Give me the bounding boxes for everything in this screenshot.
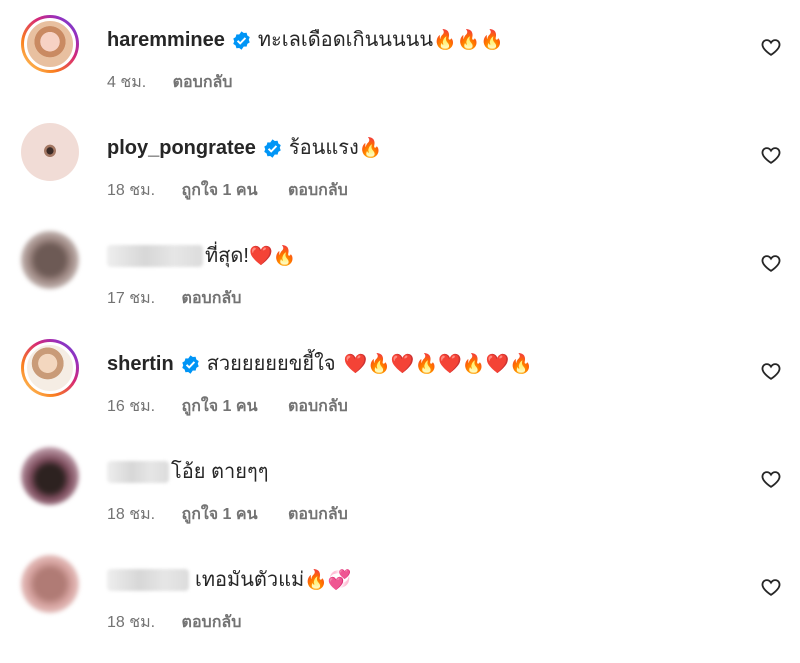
- comment-body: ที่สุด! ❤️🔥: [107, 243, 296, 269]
- username-link[interactable]: [107, 461, 169, 483]
- username-link[interactable]: haremminee: [107, 27, 225, 53]
- comment-time[interactable]: 18 ชม.: [107, 182, 155, 199]
- comment-emojis: ❤️🔥: [248, 245, 297, 267]
- reply-button[interactable]: ตอบกลับ: [173, 74, 233, 91]
- reply-button[interactable]: ตอบกลับ: [288, 182, 348, 199]
- comment-text: ทะเลเดือดเกินนนนน: [257, 29, 433, 51]
- comment-item: โอ้ย ตายๆๆ 18 ชม. ถูกใจ 1 คน ตอบกลับ: [0, 432, 800, 540]
- comment-meta: 18 ชม. ตอบกลับ: [107, 610, 267, 635]
- comment-text: ร้อนแรง: [288, 137, 359, 159]
- avatar-image: [21, 123, 79, 181]
- verified-badge-icon: [181, 354, 199, 374]
- comment-item: shertin สวยยยยยขยี้ใจ ❤️🔥❤️🔥❤️🔥❤️🔥 16 ชม…: [0, 324, 800, 432]
- reply-button[interactable]: ตอบกลับ: [182, 290, 242, 307]
- comment-emojis: 🔥💞: [304, 569, 352, 591]
- comment-body: ploy_pongratee ร้อนแรง 🔥: [107, 135, 382, 161]
- heart-outline-icon[interactable]: [760, 36, 782, 58]
- comment-meta: 18 ชม. ถูกใจ 1 คน ตอบกลับ: [107, 178, 374, 203]
- avatar[interactable]: [21, 231, 79, 289]
- avatar-image: [21, 555, 79, 613]
- comment-text: เทอมันตัวแม่: [195, 569, 305, 591]
- username-link[interactable]: [107, 245, 203, 267]
- comment-time[interactable]: 17 ชม.: [107, 290, 155, 307]
- avatar[interactable]: [21, 339, 79, 397]
- avatar-image: [21, 231, 79, 289]
- avatar[interactable]: [21, 555, 79, 613]
- heart-outline-icon[interactable]: [760, 252, 782, 274]
- comment-time[interactable]: 16 ชม.: [107, 398, 155, 415]
- username-link[interactable]: ploy_pongratee: [107, 135, 256, 161]
- comment-emojis: 🔥: [358, 137, 383, 159]
- heart-outline-icon[interactable]: [760, 576, 782, 598]
- comment-item: ที่สุด! ❤️🔥 17 ชม. ตอบกลับ: [0, 216, 800, 324]
- avatar[interactable]: [21, 447, 79, 505]
- username-link[interactable]: shertin: [107, 351, 174, 377]
- comment-list: haremminee ทะเลเดือดเกินนนนน 🔥🔥🔥 4 ชม. ต…: [0, 0, 800, 663]
- avatar[interactable]: [21, 123, 79, 181]
- verified-badge-icon: [233, 30, 250, 50]
- comment-body: โอ้ย ตายๆๆ: [107, 459, 268, 485]
- comment-item: haremminee ทะเลเดือดเกินนนนน 🔥🔥🔥 4 ชม. ต…: [0, 0, 800, 108]
- comment-emojis: ❤️🔥❤️🔥❤️🔥❤️🔥: [343, 353, 533, 375]
- avatar-image: [21, 447, 79, 505]
- verified-badge-icon: [264, 138, 281, 158]
- likes-count[interactable]: ถูกใจ 1 คน: [182, 506, 258, 523]
- comment-meta: 18 ชม. ถูกใจ 1 คน ตอบกลับ: [107, 502, 374, 527]
- comment-text: โอ้ย ตายๆๆ: [171, 461, 269, 483]
- avatar[interactable]: [21, 15, 79, 73]
- comment-text: สวยยยยยขยี้ใจ: [206, 353, 336, 375]
- comment-item: ploy_pongratee ร้อนแรง 🔥 18 ชม. ถูกใจ 1 …: [0, 108, 800, 216]
- comment-meta: 4 ชม. ตอบกลับ: [107, 70, 258, 95]
- comment-body: shertin สวยยยยยขยี้ใจ ❤️🔥❤️🔥❤️🔥❤️🔥: [107, 351, 533, 377]
- comment-time[interactable]: 18 ชม.: [107, 614, 155, 631]
- username-link[interactable]: [107, 569, 189, 591]
- avatar-image: [24, 342, 76, 394]
- comment-meta: 16 ชม. ถูกใจ 1 คน ตอบกลับ: [107, 394, 374, 419]
- comment-body: เทอมันตัวแม่ 🔥💞: [107, 567, 352, 593]
- comment-body: haremminee ทะเลเดือดเกินนนนน 🔥🔥🔥: [107, 27, 504, 53]
- likes-count[interactable]: ถูกใจ 1 คน: [182, 182, 258, 199]
- avatar-image: [24, 18, 76, 70]
- comment-text: ที่สุด!: [205, 245, 249, 267]
- reply-button[interactable]: ตอบกลับ: [288, 506, 348, 523]
- comment-meta: 17 ชม. ตอบกลับ: [107, 286, 267, 311]
- comment-item: เทอมันตัวแม่ 🔥💞 18 ชม. ตอบกลับ: [0, 540, 800, 648]
- comment-time[interactable]: 18 ชม.: [107, 506, 155, 523]
- heart-outline-icon[interactable]: [760, 144, 782, 166]
- likes-count[interactable]: ถูกใจ 1 คน: [182, 398, 258, 415]
- heart-outline-icon[interactable]: [760, 360, 782, 382]
- reply-button[interactable]: ตอบกลับ: [288, 398, 348, 415]
- comment-emojis: 🔥🔥🔥: [433, 29, 504, 51]
- heart-outline-icon[interactable]: [760, 468, 782, 490]
- reply-button[interactable]: ตอบกลับ: [182, 614, 242, 631]
- comment-time[interactable]: 4 ชม.: [107, 74, 146, 91]
